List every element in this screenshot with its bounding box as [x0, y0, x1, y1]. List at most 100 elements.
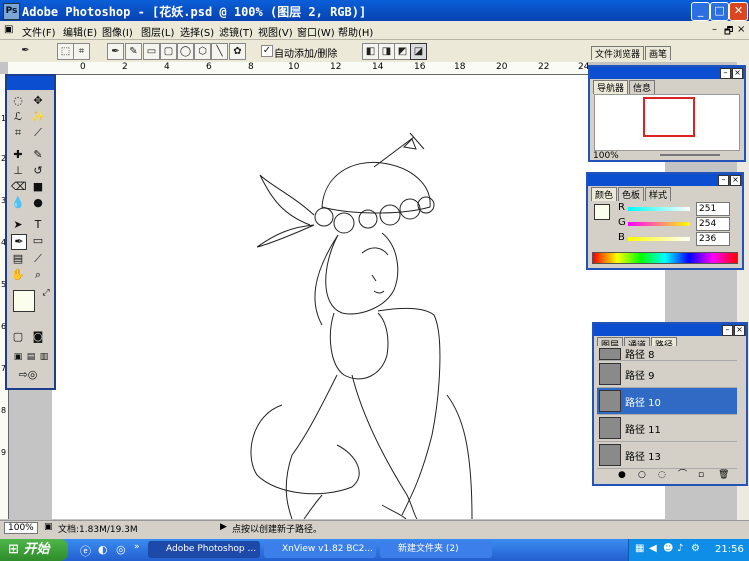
healing-brush-icon[interactable]: ✚: [11, 148, 25, 162]
move-tool-icon[interactable]: ✥: [31, 94, 45, 108]
start-button[interactable]: ⊞ 开始: [0, 539, 68, 561]
make-work-path-icon[interactable]: ⌒: [678, 470, 687, 480]
eraser-tool-icon[interactable]: ⌫: [11, 180, 27, 194]
new-path-icon[interactable]: ▫: [698, 470, 704, 480]
line-icon[interactable]: ╲: [211, 43, 228, 60]
screen-mode-full-icon[interactable]: ▥: [37, 350, 51, 364]
screen-mode-standard-icon[interactable]: ▣: [11, 350, 25, 364]
task-folder[interactable]: 新建文件夹 (2): [380, 541, 492, 558]
path-item[interactable]: 路径 8: [597, 346, 737, 361]
navigator-view-box[interactable]: [643, 97, 695, 137]
path-item-selected[interactable]: 路径 10: [597, 388, 737, 415]
tab-styles[interactable]: 样式: [645, 187, 672, 201]
zoom-tool-icon[interactable]: ⌕: [31, 268, 45, 282]
panel-minimize-icon[interactable]: –: [722, 325, 733, 336]
shape-layers-icon[interactable]: ⬚: [57, 43, 74, 60]
menu-file[interactable]: 文件(F): [22, 24, 56, 39]
menu-layer[interactable]: 图层(L): [141, 24, 174, 39]
panel-minimize-icon[interactable]: –: [720, 68, 731, 79]
tray-icon[interactable]: ♪: [677, 543, 683, 554]
path-combine-icon[interactable]: ◧: [362, 43, 379, 60]
menu-view[interactable]: 视图(V): [258, 24, 293, 39]
pen-tool-preset-icon[interactable]: ✒: [18, 43, 33, 58]
eyedropper-icon[interactable]: ⟋: [31, 252, 45, 266]
close-button[interactable]: ✕: [729, 2, 748, 21]
notes-tool-icon[interactable]: ▤: [11, 252, 25, 266]
navigator-preview[interactable]: [594, 94, 740, 151]
menu-window[interactable]: 窗口(W): [297, 24, 335, 39]
tray-icon[interactable]: ⚙: [691, 543, 700, 554]
path-subtract-icon[interactable]: ◨: [378, 43, 395, 60]
clock[interactable]: 21:56: [715, 544, 744, 555]
clone-stamp-icon[interactable]: ⊥: [11, 164, 25, 178]
panel-minimize-icon[interactable]: –: [718, 175, 729, 186]
navigator-zoom-slider[interactable]: [660, 154, 720, 156]
marquee-tool-icon[interactable]: ◌: [11, 94, 25, 108]
doc-close-icon[interactable]: ×: [737, 24, 745, 35]
delete-path-icon[interactable]: 🗑: [718, 470, 729, 480]
task-xnview[interactable]: XnView v1.82 BC2...: [264, 541, 376, 558]
stroke-path-icon[interactable]: ○: [638, 470, 646, 480]
path-select-icon[interactable]: ➤: [11, 218, 25, 232]
screen-mode-menu-icon[interactable]: ▤: [24, 350, 38, 364]
rectangle-icon[interactable]: ▭: [143, 43, 160, 60]
standard-mode-icon[interactable]: ▢: [11, 330, 25, 344]
hand-tool-icon[interactable]: ✋: [11, 268, 25, 282]
maximize-button[interactable]: □: [710, 2, 729, 21]
tab-color[interactable]: 颜色: [591, 187, 618, 201]
red-slider[interactable]: [628, 207, 690, 211]
tab-file-browser[interactable]: 文件浏览器: [591, 46, 645, 60]
pen-icon[interactable]: ✒: [107, 43, 124, 60]
doc-minimize-icon[interactable]: –: [712, 24, 717, 35]
minimize-button[interactable]: _: [691, 2, 710, 21]
green-slider[interactable]: [628, 222, 690, 226]
color-ramp[interactable]: [592, 252, 738, 264]
tab-navigator[interactable]: 导航器: [593, 80, 629, 94]
load-selection-icon[interactable]: ◌: [658, 470, 666, 480]
quicklaunch-media-icon[interactable]: ◎: [116, 543, 126, 556]
menu-edit[interactable]: 编辑(E): [63, 24, 97, 39]
path-item[interactable]: 路径 13: [597, 442, 737, 469]
tab-info[interactable]: 信息: [629, 80, 656, 94]
task-photoshop[interactable]: Adobe Photoshop ...: [148, 541, 260, 558]
path-exclude-icon[interactable]: ◪: [410, 43, 427, 60]
tray-icon[interactable]: ▦: [635, 543, 644, 554]
panel-close-icon[interactable]: ×: [730, 175, 741, 186]
doc-menu-icon[interactable]: ▣: [4, 24, 13, 35]
swap-colors-icon[interactable]: ⤢: [39, 286, 53, 300]
tray-icon[interactable]: ◀: [649, 543, 657, 554]
pen-tool-icon[interactable]: ✒: [11, 234, 27, 250]
menu-filter[interactable]: 滤镜(T): [219, 24, 253, 39]
tab-swatches[interactable]: 色板: [618, 187, 645, 201]
polygon-icon[interactable]: ⬡: [194, 43, 211, 60]
document-canvas[interactable]: [52, 75, 665, 520]
green-value-input[interactable]: 254: [696, 217, 730, 231]
photoshop-app-icon[interactable]: Ps: [3, 3, 20, 20]
path-item[interactable]: 路径 11: [597, 415, 737, 442]
shape-tool-icon[interactable]: ▭: [31, 234, 45, 248]
red-value-input[interactable]: 251: [696, 202, 730, 216]
menu-select[interactable]: 选择(S): [180, 24, 214, 39]
foreground-color-swatch[interactable]: [13, 290, 35, 312]
crop-tool-icon[interactable]: ⌗: [11, 126, 25, 140]
panel-close-icon[interactable]: ×: [734, 325, 745, 336]
tray-icon[interactable]: ☻: [663, 543, 673, 554]
panel-close-icon[interactable]: ×: [732, 68, 743, 79]
ellipse-icon[interactable]: ◯: [177, 43, 194, 60]
jump-to-imageready-icon[interactable]: ⇨◎: [13, 368, 43, 382]
navigator-zoom[interactable]: 100%: [593, 151, 619, 161]
blue-slider[interactable]: [628, 237, 690, 241]
status-arrow-icon[interactable]: ▶: [220, 522, 227, 532]
doc-restore-icon[interactable]: 🗗: [724, 24, 733, 41]
brush-tool-icon[interactable]: ✎: [31, 148, 45, 162]
status-doc-icon[interactable]: ▣: [44, 522, 53, 532]
quicklaunch-desktop-icon[interactable]: ◐: [98, 543, 108, 556]
slice-tool-icon[interactable]: ⟋: [31, 126, 45, 140]
menu-image[interactable]: 图像(I): [102, 24, 133, 39]
lasso-tool-icon[interactable]: ℒ: [11, 110, 25, 124]
blue-value-input[interactable]: 236: [696, 232, 730, 246]
blur-tool-icon[interactable]: 💧: [11, 196, 25, 210]
auto-add-checkbox[interactable]: ✓: [261, 45, 273, 57]
freeform-pen-icon[interactable]: ✎: [125, 43, 142, 60]
quicklaunch-ie-icon[interactable]: ⓔ: [80, 543, 91, 559]
